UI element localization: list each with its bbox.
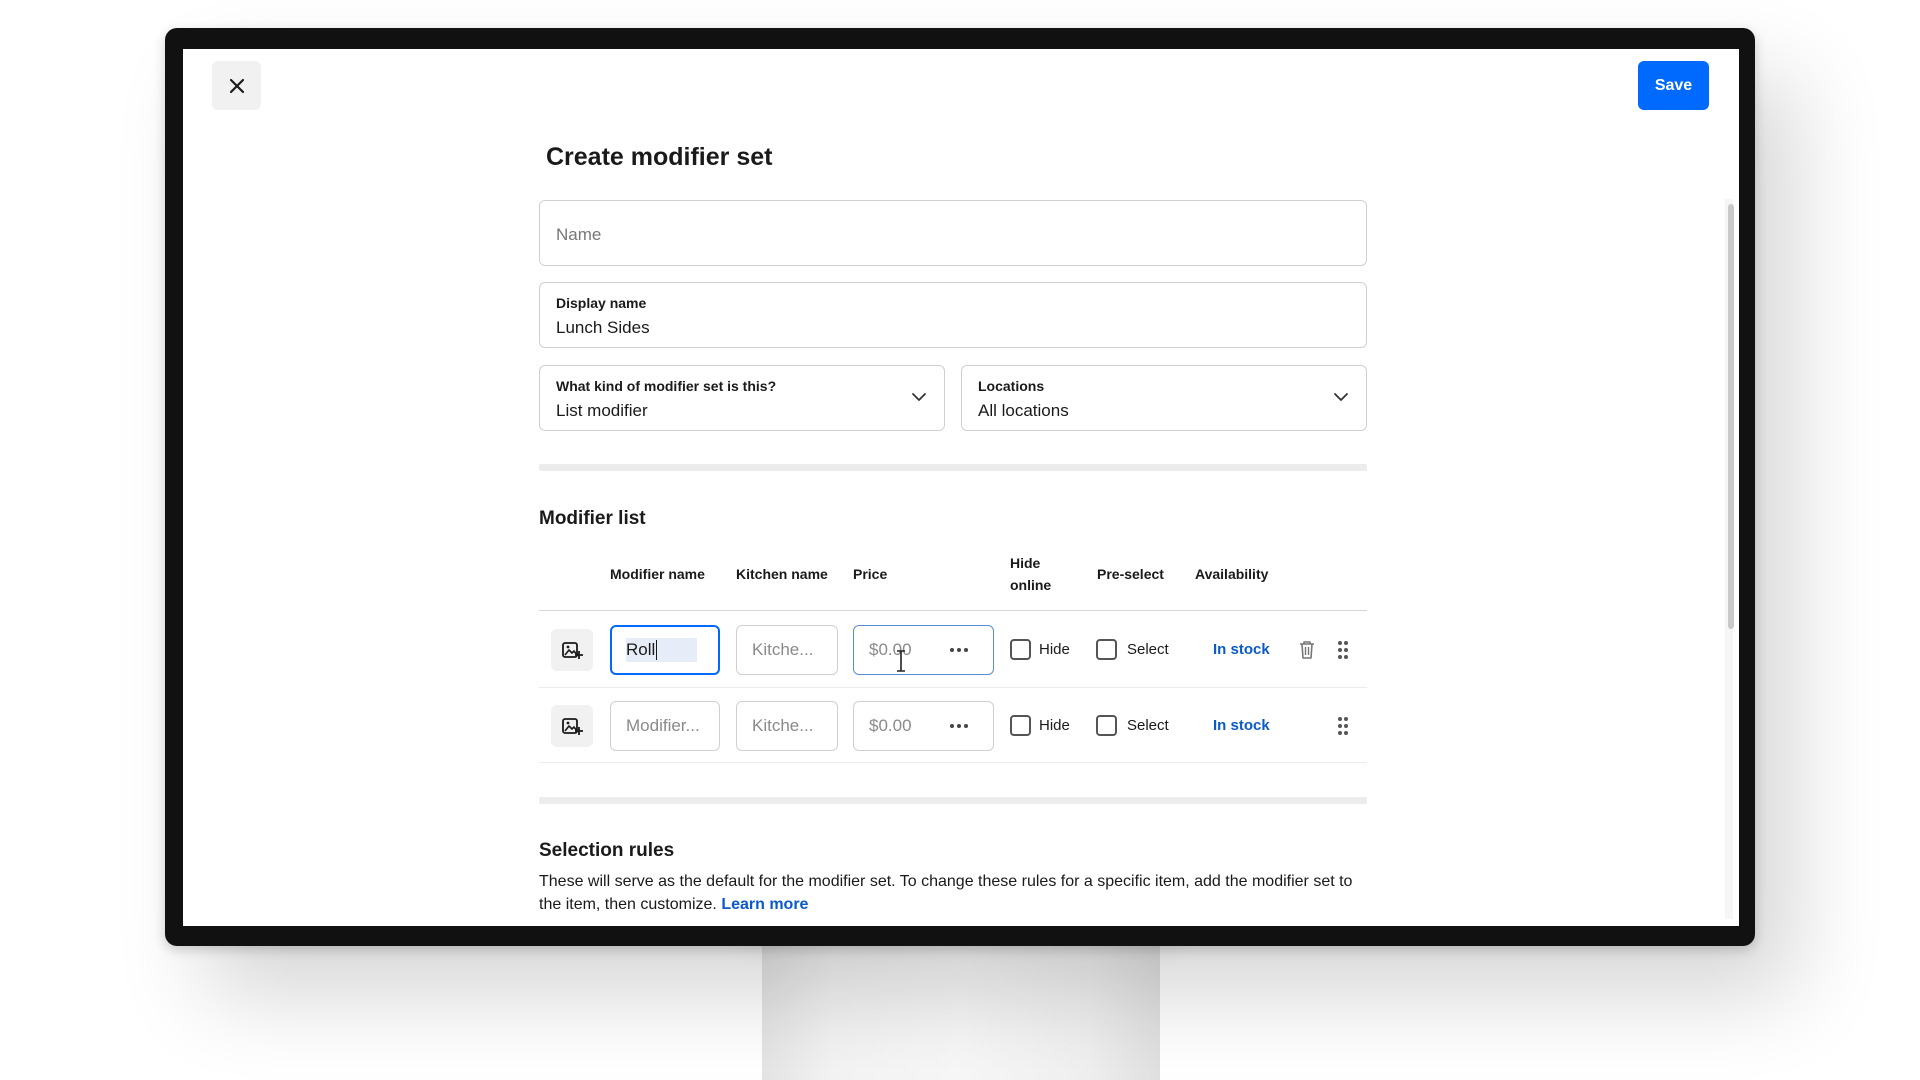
- pre-select-label: Select: [1127, 641, 1169, 658]
- more-horizontal-icon[interactable]: [949, 647, 969, 653]
- locations-label: Locations: [978, 378, 1045, 394]
- pre-select-label: Select: [1127, 717, 1169, 734]
- close-button[interactable]: [212, 61, 261, 110]
- app-screen: Save Create modifier set Name Display na…: [183, 49, 1739, 926]
- save-button[interactable]: Save: [1638, 61, 1709, 110]
- price-input[interactable]: $0.00: [853, 701, 994, 751]
- drag-handle-icon[interactable]: [1336, 639, 1350, 661]
- modifier-name-input[interactable]: Modifier...: [610, 701, 720, 751]
- learn-more-link[interactable]: Learn more: [721, 896, 808, 913]
- add-image-button[interactable]: [551, 705, 593, 747]
- price-input[interactable]: $0.00: [853, 625, 994, 675]
- chevron-down-icon: [912, 393, 926, 401]
- pre-select-checkbox[interactable]: [1096, 715, 1117, 736]
- display-name-value: Lunch Sides: [556, 318, 650, 337]
- add-image-icon: [562, 718, 583, 735]
- table-header-rule: [539, 610, 1367, 611]
- row-divider: [539, 762, 1367, 763]
- scrollbar-thumb[interactable]: [1728, 204, 1734, 629]
- locations-select[interactable]: Locations All locations: [961, 365, 1367, 431]
- col-pre-select: Pre-select: [1097, 566, 1164, 582]
- modifier-kind-select[interactable]: What kind of modifier set is this? List …: [539, 365, 945, 431]
- name-placeholder: Name: [556, 225, 602, 244]
- section-divider: [539, 464, 1367, 471]
- col-modifier-name: Modifier name: [610, 566, 705, 582]
- monitor-stand: [762, 940, 1160, 1080]
- modifier-name-value: Roll: [626, 637, 698, 663]
- modifier-kind-label: What kind of modifier set is this?: [556, 378, 777, 394]
- add-image-icon: [562, 642, 583, 659]
- locations-value: All locations: [978, 401, 1069, 420]
- hide-online-checkbox[interactable]: [1010, 639, 1031, 660]
- row-divider: [539, 687, 1367, 688]
- text-cursor-icon: [897, 650, 905, 672]
- col-hide-online-line2: online: [1010, 577, 1052, 593]
- drag-handle-icon[interactable]: [1336, 715, 1350, 737]
- col-hide-online-line1: Hide: [1010, 555, 1041, 571]
- modifier-kind-value: List modifier: [556, 401, 648, 420]
- kitchen-name-input[interactable]: Kitche...: [736, 625, 838, 675]
- hide-online-label: Hide: [1039, 641, 1070, 658]
- price-value: $0.00: [869, 716, 912, 735]
- trash-icon[interactable]: [1296, 639, 1318, 661]
- availability-link[interactable]: In stock: [1213, 641, 1270, 658]
- selection-rules-description: These will serve as the default for the …: [539, 870, 1379, 916]
- modifier-list-title: Modifier list: [539, 508, 646, 529]
- close-icon: [229, 78, 244, 93]
- hide-online-checkbox[interactable]: [1010, 715, 1031, 736]
- add-image-button[interactable]: [551, 629, 593, 671]
- name-field[interactable]: Name: [539, 200, 1367, 266]
- availability-link[interactable]: In stock: [1213, 717, 1270, 734]
- selection-rules-text: These will serve as the default for the …: [539, 873, 1353, 913]
- col-availability: Availability: [1195, 566, 1269, 582]
- col-price: Price: [853, 566, 888, 582]
- chevron-down-icon: [1334, 393, 1348, 401]
- pre-select-checkbox[interactable]: [1096, 639, 1117, 660]
- hide-online-label: Hide: [1039, 717, 1070, 734]
- selection-rules-title: Selection rules: [539, 840, 675, 861]
- col-hide-online: Hide online: [1010, 552, 1051, 596]
- kitchen-name-input[interactable]: Kitche...: [736, 701, 838, 751]
- col-kitchen-name: Kitchen name: [736, 566, 828, 582]
- display-name-field[interactable]: Display name Lunch Sides: [539, 282, 1367, 348]
- more-horizontal-icon[interactable]: [949, 723, 969, 729]
- modifier-name-input[interactable]: Roll: [610, 625, 720, 675]
- page-title: Create modifier set: [546, 143, 773, 171]
- display-name-label: Display name: [556, 295, 647, 311]
- section-divider: [539, 797, 1367, 804]
